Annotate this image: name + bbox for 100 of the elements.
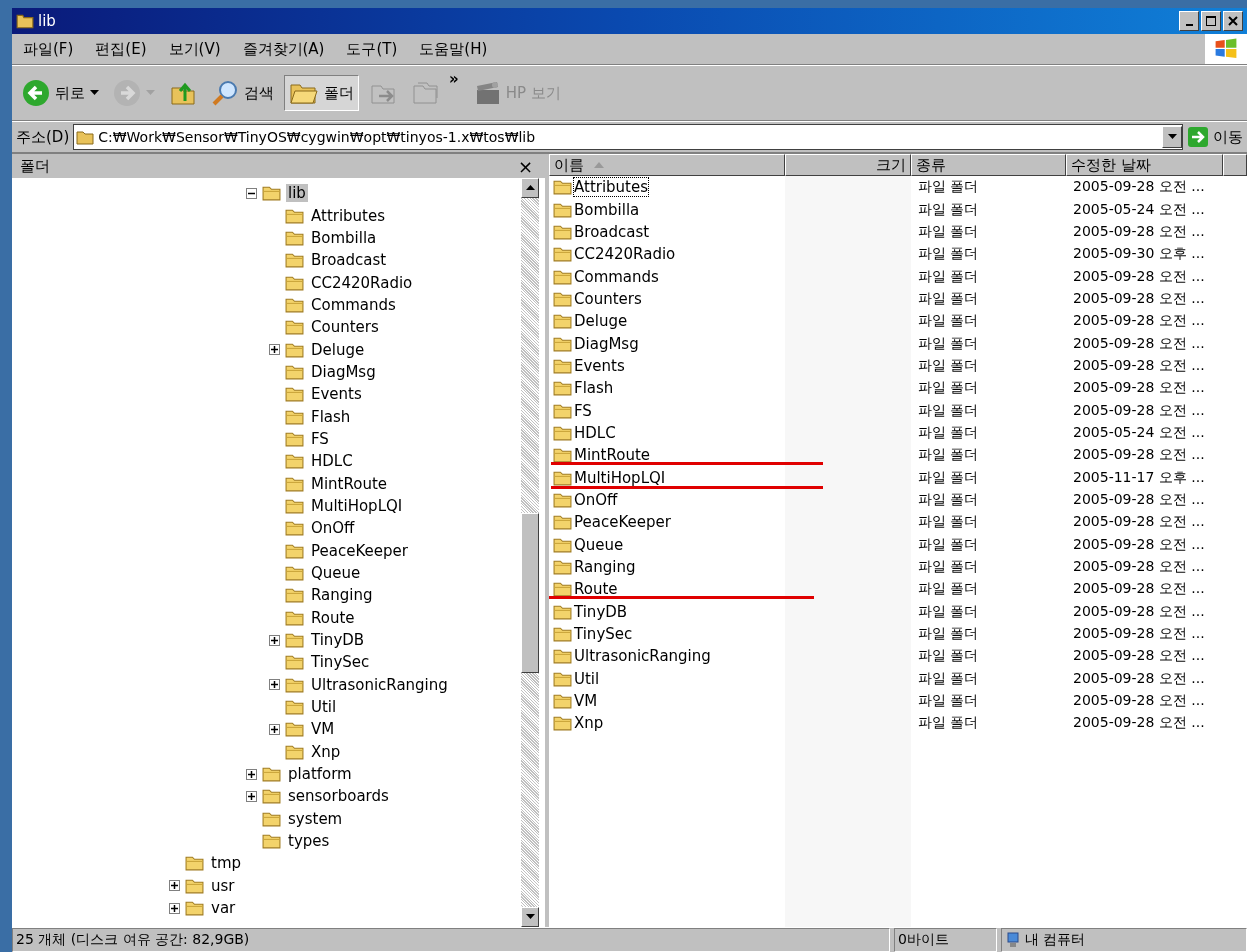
clapperboard-icon — [474, 80, 501, 106]
tree-item[interactable]: usr — [209, 876, 237, 895]
folder-icon — [553, 380, 572, 397]
tree-item[interactable]: PeaceKeeper — [309, 541, 410, 560]
file-name[interactable]: Events — [574, 356, 625, 375]
expand-toggle-icon[interactable] — [169, 902, 180, 914]
close-button[interactable] — [1223, 11, 1243, 31]
maximize-button[interactable] — [1201, 11, 1221, 31]
search-button[interactable]: 검색 — [207, 76, 278, 110]
close-pane-button[interactable]: × — [517, 155, 533, 177]
tree-item[interactable]: TinySec — [309, 653, 372, 672]
more-button[interactable]: » — [449, 70, 459, 88]
file-name[interactable]: UltrasonicRanging — [574, 647, 711, 666]
computer-icon — [1005, 932, 1021, 948]
tree-item[interactable]: Ranging — [309, 586, 375, 605]
file-name[interactable]: Counters — [574, 289, 642, 308]
scrollbar[interactable] — [521, 178, 539, 927]
tree-item[interactable]: var — [209, 899, 238, 918]
type-cell-text: 파일 폴더 — [917, 245, 980, 264]
tree-item[interactable]: Bombilla — [309, 228, 379, 247]
tree-item[interactable]: Deluge — [309, 340, 367, 359]
expand-toggle-icon[interactable] — [246, 768, 257, 780]
tree-item[interactable]: MultiHopLQI — [309, 497, 405, 515]
column-header[interactable]: 크기 — [785, 154, 911, 176]
tree-item[interactable]: Attributes — [309, 206, 388, 225]
address-field[interactable]: C:₩Work₩Sensor₩TinyOS₩cygwin₩opt₩tinyos-1.x₩tos₩lib — [73, 124, 1183, 150]
tree-item[interactable]: TinyDB — [309, 631, 367, 650]
tree-item[interactable]: lib — [286, 184, 308, 203]
file-name[interactable]: Ranging — [574, 558, 636, 576]
expand-toggle-icon[interactable] — [246, 187, 257, 199]
expand-toggle-icon[interactable] — [269, 679, 280, 691]
expand-toggle-icon[interactable] — [246, 790, 257, 802]
file-name[interactable]: Attributes — [574, 178, 649, 197]
file-name[interactable]: VM — [574, 692, 598, 711]
file-name[interactable]: MultiHopLQI — [574, 468, 666, 487]
file-name[interactable]: DiagMsg — [574, 334, 639, 353]
file-name[interactable]: Commands — [574, 267, 659, 286]
tree-item[interactable]: Queue — [309, 564, 363, 582]
file-name[interactable]: FS — [574, 401, 592, 420]
menu-item[interactable]: 편집(E) — [84, 36, 158, 62]
tree-item[interactable]: HDLC — [309, 452, 355, 471]
tree-item[interactable]: Commands — [309, 295, 398, 314]
tree-item[interactable]: Events — [309, 385, 364, 404]
tree-item[interactable]: DiagMsg — [309, 362, 378, 381]
go-button[interactable]: 이동 — [1187, 126, 1247, 148]
file-name[interactable]: Xnp — [574, 714, 604, 733]
tree-item[interactable]: Xnp — [309, 742, 343, 761]
tree-item[interactable]: CC2420Radio — [309, 273, 415, 292]
file-name[interactable]: OnOff — [574, 491, 618, 509]
tree-item[interactable]: VM — [309, 720, 337, 739]
type-cell-text: 파일 폴더 — [917, 312, 980, 331]
file-name[interactable]: Flash — [574, 379, 614, 398]
tree-item[interactable]: tmp — [209, 854, 243, 873]
tree-item[interactable]: Util — [309, 698, 339, 717]
tree-item[interactable]: sensorboards — [286, 787, 391, 806]
file-name[interactable]: Bombilla — [574, 200, 640, 219]
file-name[interactable]: CC2420Radio — [574, 245, 676, 264]
file-name[interactable]: Util — [574, 669, 600, 688]
tree-item[interactable]: FS — [309, 429, 331, 448]
file-name[interactable]: Broadcast — [574, 222, 650, 241]
tree-item[interactable]: Broadcast — [309, 251, 389, 270]
menu-item[interactable]: 도움말(H) — [408, 36, 499, 62]
tree-item[interactable]: Route — [309, 608, 357, 627]
dropdown-button[interactable] — [1162, 126, 1182, 148]
scroll-down-button[interactable] — [521, 907, 539, 927]
expand-toggle-icon[interactable] — [269, 344, 280, 356]
tree-item[interactable]: UltrasonicRanging — [309, 675, 450, 694]
menu-item[interactable]: 파일(F) — [12, 36, 85, 62]
scroll-thumb[interactable] — [521, 513, 539, 673]
minimize-button[interactable] — [1179, 11, 1199, 31]
scroll-up-button[interactable] — [521, 178, 539, 198]
file-name[interactable]: Route — [574, 580, 618, 599]
file-name[interactable]: TinySec — [574, 625, 633, 644]
tree-item[interactable]: OnOff — [309, 519, 357, 538]
type-cell-text: 파일 폴더 — [917, 200, 980, 219]
menu-item[interactable]: 즐겨찾기(A) — [231, 36, 336, 62]
tree-item[interactable]: Flash — [309, 407, 353, 426]
file-name[interactable]: PeaceKeeper — [574, 513, 671, 532]
menu-item[interactable]: 보기(V) — [157, 36, 232, 62]
tree-item[interactable]: system — [286, 809, 345, 828]
column-header[interactable]: 종류 — [911, 154, 1066, 176]
tree-item[interactable]: Counters — [309, 318, 381, 337]
back-button[interactable]: 뒤로 — [18, 76, 103, 110]
column-header[interactable]: 수정한 날짜 — [1066, 154, 1223, 176]
file-name[interactable]: MintRoute — [574, 446, 651, 465]
file-name[interactable]: TinyDB — [574, 602, 628, 621]
expand-toggle-icon[interactable] — [169, 880, 180, 892]
column-header[interactable]: 이름 — [549, 154, 785, 176]
menu-item[interactable]: 도구(T) — [335, 36, 409, 62]
tree-item[interactable]: types — [286, 832, 332, 851]
type-cell-text: 파일 폴더 — [917, 379, 980, 398]
tree-item[interactable]: MintRoute — [309, 474, 390, 493]
expand-toggle-icon[interactable] — [269, 634, 280, 646]
file-name[interactable]: HDLC — [574, 423, 616, 442]
file-name[interactable]: Queue — [574, 535, 624, 554]
folders-button[interactable]: 폴더 — [284, 75, 359, 111]
file-name[interactable]: Deluge — [574, 312, 628, 331]
date-cell-text: 2005-09-28 오전 ... — [1072, 714, 1206, 733]
expand-toggle-icon[interactable] — [269, 723, 280, 735]
tree-item[interactable]: platform — [286, 765, 354, 784]
